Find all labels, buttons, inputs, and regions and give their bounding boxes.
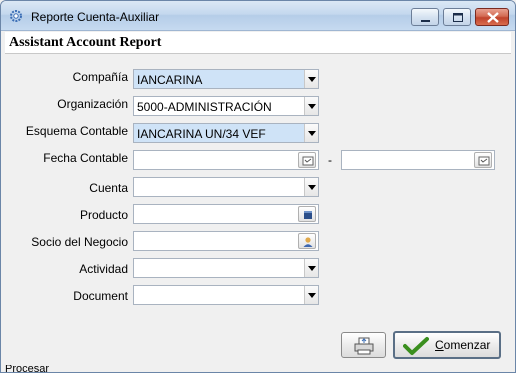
product-box-icon [304, 211, 312, 219]
document-select[interactable] [133, 285, 319, 305]
close-button[interactable] [475, 8, 509, 26]
report-header: Assistant Account Report [5, 32, 511, 54]
company-label: Compañía [72, 70, 128, 84]
close-icon [487, 12, 499, 23]
date-to-input[interactable] [341, 150, 495, 170]
company-value: IANCARINA [137, 73, 203, 87]
printer-icon [354, 337, 374, 355]
date-from-input[interactable] [133, 150, 319, 170]
company-select[interactable]: IANCARINA [133, 69, 319, 89]
accounting-schema-select[interactable]: IANCARINA UN/34 VEF [133, 123, 319, 143]
organization-value: 5000-ADMINISTRACIÓN [137, 100, 272, 114]
business-partner-label: Socio del Negocio [31, 235, 128, 249]
accounting-schema-value: IANCARINA UN/34 VEF [137, 127, 266, 141]
date-range-separator: - [328, 153, 332, 167]
date-from-calendar-button[interactable] [298, 152, 316, 168]
accounting-date-label: Fecha Contable [43, 151, 128, 165]
calendar-icon [478, 156, 490, 166]
start-button-label: Comenzar [435, 338, 491, 352]
chevron-down-icon[interactable] [304, 97, 318, 115]
report-title: Assistant Account Report [9, 35, 162, 50]
organization-select[interactable]: 5000-ADMINISTRACIÓN [133, 96, 319, 116]
chevron-down-icon[interactable] [304, 178, 318, 196]
parameter-form: Compañía IANCARINA Organización 5000-ADM… [9, 59, 509, 329]
account-label: Cuenta [89, 181, 128, 195]
start-button[interactable]: Comenzar [393, 331, 501, 359]
window-title: Reporte Cuenta-Auxiliar [31, 10, 160, 24]
business-partner-input[interactable] [133, 231, 319, 251]
document-label: Document [73, 289, 128, 303]
maximize-button[interactable] [443, 8, 471, 26]
chevron-down-icon[interactable] [304, 286, 318, 304]
title-bar[interactable]: Reporte Cuenta-Auxiliar [1, 1, 515, 31]
account-select[interactable] [133, 177, 319, 197]
chevron-down-icon[interactable] [304, 70, 318, 88]
maximize-icon [453, 13, 463, 22]
product-input[interactable] [133, 204, 319, 224]
chevron-down-icon[interactable] [304, 124, 318, 142]
calendar-icon [302, 156, 314, 166]
minimize-button[interactable] [411, 8, 439, 26]
minimize-icon [421, 20, 430, 22]
report-window: Reporte Cuenta-Auxiliar Assistant Accoun… [0, 0, 516, 373]
organization-label: Organización [57, 97, 128, 111]
checkmark-icon [403, 337, 429, 355]
print-button[interactable] [341, 332, 386, 358]
app-gear-icon [10, 10, 22, 22]
product-label: Producto [79, 208, 128, 222]
chevron-down-icon[interactable] [304, 259, 318, 277]
date-to-calendar-button[interactable] [474, 152, 492, 168]
activity-label: Actividad [79, 262, 128, 276]
status-text: Procesar [5, 365, 50, 373]
business-partner-search-button[interactable] [298, 233, 316, 249]
accounting-schema-label: Esquema Contable [25, 124, 128, 138]
activity-select[interactable] [133, 258, 319, 278]
product-search-button[interactable] [298, 206, 316, 222]
person-icon [303, 237, 313, 247]
